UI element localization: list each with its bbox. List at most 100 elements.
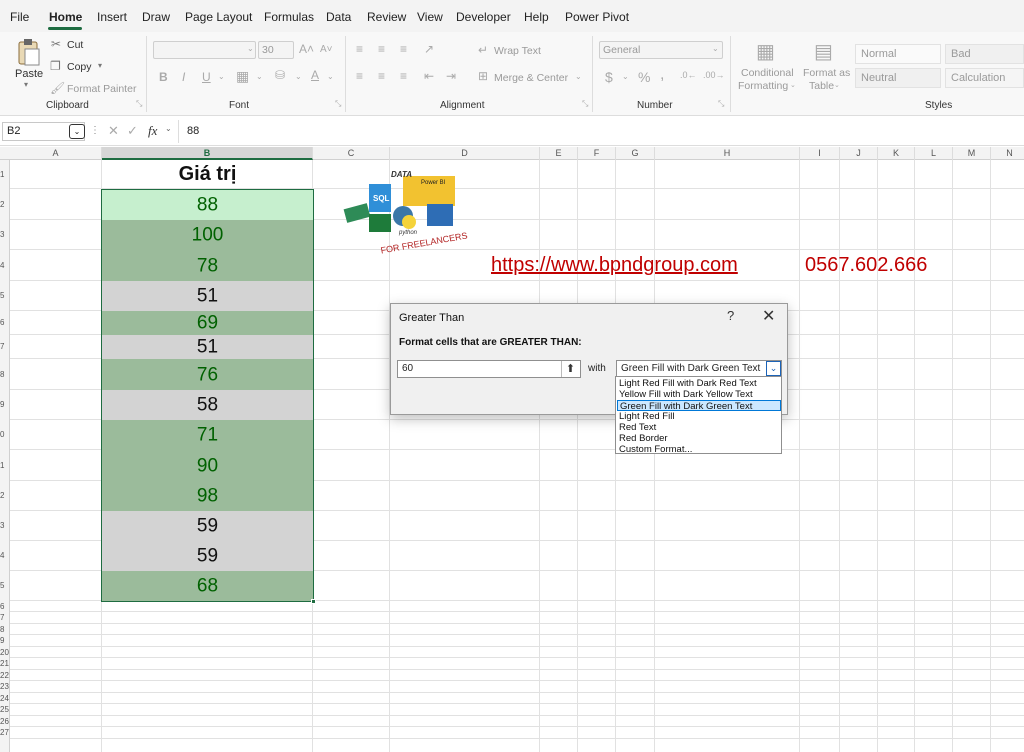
chevron-down-icon[interactable]: ⌄ bbox=[256, 72, 263, 81]
chevron-down-icon[interactable]: ⌄ bbox=[165, 124, 172, 133]
column-header-d[interactable]: D bbox=[390, 147, 540, 160]
column-header-g[interactable]: G bbox=[616, 147, 655, 160]
align-center-icon[interactable]: ≡ bbox=[378, 69, 385, 83]
row-header[interactable]: 4 bbox=[0, 261, 10, 270]
help-button[interactable]: ? bbox=[727, 308, 734, 323]
menu-tab-power-pivot[interactable]: Power Pivot bbox=[565, 10, 629, 24]
row-header[interactable]: 1 bbox=[0, 461, 10, 470]
column-header-m[interactable]: M bbox=[953, 147, 991, 160]
value-cell[interactable]: 71 bbox=[102, 420, 313, 450]
font-color-icon[interactable]: A bbox=[311, 68, 319, 82]
cancel-icon[interactable]: ✕ bbox=[108, 123, 119, 139]
value-cell[interactable]: 98 bbox=[102, 481, 313, 511]
value-cell[interactable]: 51 bbox=[102, 281, 313, 311]
style-calculation[interactable]: Calculation bbox=[945, 68, 1024, 88]
decrease-font-icon[interactable]: A˅ bbox=[320, 44, 333, 55]
decrease-indent-icon[interactable]: ⇤ bbox=[424, 69, 434, 83]
italic-icon[interactable]: I bbox=[182, 70, 185, 84]
fill-handle[interactable] bbox=[311, 599, 316, 604]
row-header[interactable]: 2 bbox=[0, 200, 10, 209]
dialog-launcher-icon[interactable]: ⤡ bbox=[718, 99, 724, 109]
row-header[interactable]: 3 bbox=[0, 521, 10, 530]
value-cell[interactable]: 90 bbox=[102, 450, 313, 481]
underline-icon[interactable]: U bbox=[202, 70, 211, 84]
value-cell[interactable]: 58 bbox=[102, 390, 313, 420]
paste-icon[interactable] bbox=[16, 38, 40, 66]
row-header[interactable]: 20 bbox=[0, 648, 10, 657]
menu-tab-review[interactable]: Review bbox=[367, 10, 406, 24]
row-header[interactable]: 24 bbox=[0, 694, 10, 703]
chevron-down-icon[interactable]: ⌄ bbox=[327, 72, 334, 81]
column-header-b[interactable]: B bbox=[102, 147, 313, 160]
format-option[interactable]: Light Red Fill with Dark Red Text bbox=[617, 378, 781, 389]
orientation-icon[interactable]: ↗ bbox=[424, 42, 434, 56]
merge-center-button[interactable]: Merge & Center bbox=[494, 72, 568, 84]
more-options-icon[interactable]: ⋮ bbox=[90, 125, 100, 136]
row-header[interactable]: 7 bbox=[0, 342, 10, 351]
row-header[interactable]: 1 bbox=[0, 170, 10, 179]
percent-icon[interactable]: % bbox=[638, 69, 650, 85]
chevron-down-icon[interactable]: ▾ bbox=[24, 80, 28, 89]
chevron-down-icon[interactable]: ⌄ bbox=[295, 72, 302, 81]
row-header[interactable]: 5 bbox=[0, 291, 10, 300]
style-neutral[interactable]: Neutral bbox=[855, 68, 941, 88]
column-header-k[interactable]: K bbox=[878, 147, 915, 160]
close-button[interactable]: ✕ bbox=[762, 306, 775, 326]
row-header[interactable]: 21 bbox=[0, 659, 10, 668]
column-header-h[interactable]: H bbox=[655, 147, 800, 160]
column-header-f[interactable]: F bbox=[578, 147, 616, 160]
row-header[interactable]: 4 bbox=[0, 551, 10, 560]
style-normal[interactable]: Normal bbox=[855, 44, 941, 64]
row-header[interactable]: 6 bbox=[0, 602, 10, 611]
row-header[interactable]: 7 bbox=[0, 613, 10, 622]
threshold-input[interactable]: 60 bbox=[397, 360, 581, 378]
row-header[interactable]: 8 bbox=[0, 625, 10, 634]
column-header-c[interactable]: C bbox=[313, 147, 390, 160]
font-name-dropdown[interactable] bbox=[153, 41, 256, 59]
row-header[interactable]: 3 bbox=[0, 230, 10, 239]
format-as-table-button[interactable]: Format as bbox=[803, 67, 850, 79]
formula-input[interactable]: 88 bbox=[178, 120, 1024, 143]
dialog-launcher-icon[interactable]: ⤡ bbox=[582, 99, 588, 109]
row-header[interactable]: 9 bbox=[0, 636, 10, 645]
increase-decimal-icon[interactable]: .0← bbox=[680, 70, 697, 80]
comma-style-icon[interactable]: , bbox=[660, 66, 664, 84]
increase-indent-icon[interactable]: ⇥ bbox=[446, 69, 456, 83]
chevron-down-icon[interactable]: ⌄ bbox=[622, 72, 629, 81]
column-header-j[interactable]: J bbox=[840, 147, 878, 160]
format-option[interactable]: Green Fill with Dark Green Text bbox=[617, 400, 781, 412]
column-header-a[interactable]: A bbox=[10, 147, 102, 160]
value-cell[interactable]: 69 bbox=[102, 311, 313, 335]
chevron-down-icon[interactable]: ⌄ bbox=[575, 72, 582, 81]
value-cell[interactable]: 51 bbox=[102, 335, 313, 359]
format-option[interactable]: Light Red Fill bbox=[617, 411, 781, 422]
column-header-n[interactable]: N bbox=[991, 147, 1024, 160]
value-cell[interactable]: 76 bbox=[102, 359, 313, 390]
row-header[interactable]: 2 bbox=[0, 491, 10, 500]
row-header[interactable]: 8 bbox=[0, 370, 10, 379]
range-picker-icon[interactable]: ⬆ bbox=[561, 361, 579, 377]
format-option[interactable]: Yellow Fill with Dark Yellow Text bbox=[617, 389, 781, 400]
currency-icon[interactable]: $ bbox=[605, 69, 613, 85]
menu-tab-page-layout[interactable]: Page Layout bbox=[185, 10, 252, 24]
value-cell[interactable]: 88 bbox=[102, 189, 313, 220]
align-left-icon[interactable]: ≡ bbox=[356, 69, 363, 83]
header-cell[interactable]: Giá trị bbox=[102, 160, 313, 189]
dialog-launcher-icon[interactable]: ⤡ bbox=[136, 99, 142, 109]
chevron-down-icon[interactable]: ⌄ bbox=[218, 72, 225, 81]
format-painter-button[interactable]: Format Painter bbox=[67, 83, 136, 95]
value-cell[interactable]: 59 bbox=[102, 541, 313, 571]
menu-tab-developer[interactable]: Developer bbox=[456, 10, 511, 24]
value-cell[interactable]: 100 bbox=[102, 220, 313, 250]
row-header[interactable]: 23 bbox=[0, 682, 10, 691]
row-header[interactable]: 5 bbox=[0, 581, 10, 590]
fill-color-icon[interactable]: ⛁ bbox=[275, 68, 285, 82]
increase-font-icon[interactable]: A˄ bbox=[299, 42, 314, 56]
align-right-icon[interactable]: ≡ bbox=[400, 69, 407, 83]
menu-tab-view[interactable]: View bbox=[417, 10, 443, 24]
copy-button[interactable]: Copy bbox=[67, 61, 92, 73]
menu-tab-data[interactable]: Data bbox=[326, 10, 351, 24]
enter-icon[interactable]: ✓ bbox=[127, 123, 138, 139]
column-header-l[interactable]: L bbox=[915, 147, 953, 160]
style-bad[interactable]: Bad bbox=[945, 44, 1024, 64]
